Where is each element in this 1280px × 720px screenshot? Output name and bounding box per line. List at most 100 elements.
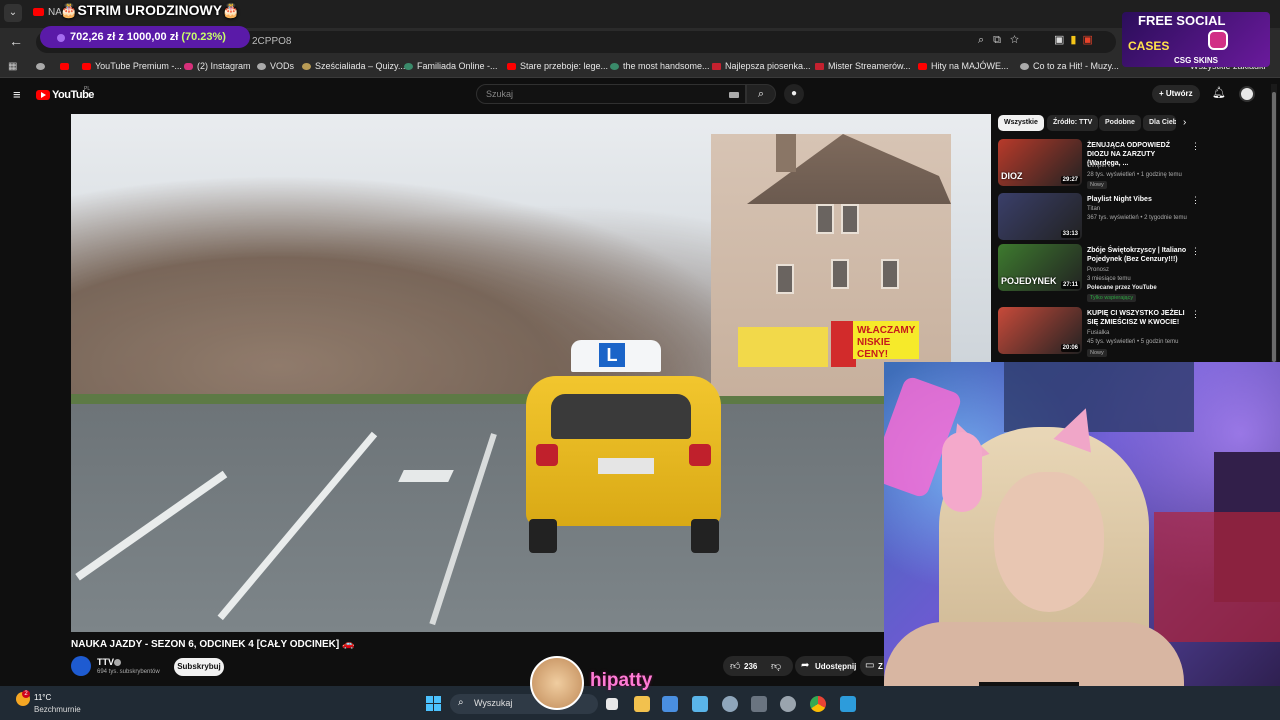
recommendation-channel[interactable]: Fusialka — [1087, 330, 1109, 336]
video-duration: 33:13 — [1060, 230, 1080, 238]
play-icon — [41, 92, 46, 98]
channel-avatar[interactable] — [71, 656, 91, 676]
recommendation-thumbnail[interactable]: POJEDYNEK 27:11 — [998, 244, 1082, 291]
microphone-icon: ● — [790, 88, 798, 99]
chip-source-ttv[interactable]: Źródło: TTV — [1047, 115, 1099, 131]
store-icon[interactable] — [662, 696, 678, 712]
task-view-icon[interactable] — [606, 698, 618, 710]
new-badge: Nowy — [1087, 181, 1107, 189]
bookmark-item[interactable]: Sześcialiada – Quizy... — [302, 61, 405, 71]
subscribe-button[interactable]: Subskrybuj — [174, 658, 224, 676]
recommendation-channel[interactable]: Titan — [1087, 206, 1100, 212]
bookmark-item[interactable]: Najlepsza piosenka... — [712, 61, 811, 71]
app-icon[interactable] — [840, 696, 856, 712]
headset — [942, 432, 982, 512]
building-window — [816, 204, 834, 234]
address-url[interactable]: 2CPPO8 — [252, 36, 291, 47]
video-duration: 20:06 — [1060, 344, 1080, 352]
bookmark-item[interactable]: Hity na MAJÓWE... — [918, 61, 1009, 71]
hamburger-menu-icon[interactable]: ≡ — [13, 87, 21, 102]
windows-start-icon[interactable] — [426, 696, 441, 711]
bookmark-item[interactable]: Stare przeboje: lege... — [507, 61, 608, 71]
recommendation-title[interactable]: Playlist Night Vibes — [1087, 195, 1187, 204]
weather-temperature[interactable]: 11°C — [34, 693, 51, 702]
file-explorer-icon[interactable] — [634, 696, 650, 712]
share-label[interactable]: Udostępnij — [815, 662, 856, 671]
building-window — [881, 259, 899, 289]
account-avatar[interactable] — [1239, 86, 1255, 102]
app-icon[interactable] — [751, 696, 767, 712]
road-arrow — [398, 470, 454, 482]
chevron-right-icon[interactable]: › — [1183, 117, 1186, 128]
extension-icon[interactable]: ▣ — [1082, 34, 1098, 46]
building-chimney — [776, 134, 796, 172]
bookmark-item[interactable]: VODs — [257, 61, 294, 71]
create-button[interactable]: + Utwórz — [1152, 85, 1200, 103]
recommendation-channel[interactable]: Pronosz — [1087, 267, 1109, 273]
more-options-icon[interactable]: ⋮ — [1191, 141, 1200, 152]
app-icon[interactable] — [780, 696, 796, 712]
channel-name[interactable]: TTV — [97, 657, 114, 667]
bookmark-settings-icon[interactable] — [36, 61, 49, 71]
dislike-icon[interactable]: 👎︎ — [771, 660, 781, 672]
save-icon[interactable]: ▭ — [865, 660, 874, 671]
billboard — [738, 327, 828, 367]
bookmark-item[interactable]: Familiada Online -... — [404, 61, 498, 71]
back-arrow-icon[interactable]: ← — [9, 33, 23, 49]
new-badge: Nowy — [1087, 349, 1107, 357]
bookmark-item[interactable]: Mister Streamerów... — [815, 61, 911, 71]
more-options-icon[interactable]: ⋮ — [1191, 246, 1200, 257]
recommendation-meta: 3 miesiące temu — [1087, 276, 1131, 282]
install-icon[interactable]: ⧉ — [993, 34, 1010, 46]
app-icon[interactable] — [692, 696, 708, 712]
extension-icon[interactable]: ▮ — [1070, 34, 1082, 46]
chip-similar[interactable]: Podobne — [1099, 115, 1141, 131]
learner-l-sign: L — [599, 343, 625, 367]
video-title: NAUKA JAZDY - SEZON 6, ODCINEK 4 [CAŁY O… — [71, 639, 355, 650]
taskbar-search-placeholder[interactable]: Wyszukaj — [474, 698, 512, 708]
bookmark-item[interactable]: the most handsome... — [610, 61, 710, 71]
zoom-icon[interactable]: ⌕ — [978, 34, 993, 46]
billboard-text: WŁACZAMY NISKIE CENY! — [853, 321, 919, 360]
extension-icons[interactable]: ▣▮▣ — [1054, 33, 1099, 46]
bookmark-item[interactable]: (2) Instagram — [184, 61, 251, 71]
weather-description[interactable]: Bezchmurnie — [34, 705, 81, 714]
recommendation-thumbnail[interactable]: DIOZ 29:27 — [998, 139, 1082, 186]
save-label[interactable]: Z — [878, 662, 883, 671]
chip-for-you[interactable]: Dla Ciebie — [1143, 115, 1176, 131]
webcam-poster — [1004, 362, 1194, 432]
recommendation-channel[interactable]: Gimper — [1087, 163, 1107, 169]
bookmark-item[interactable]: Co to za Hit! - Muzy... — [1020, 61, 1119, 71]
search-input[interactable]: Szukaj — [476, 84, 746, 104]
more-options-icon[interactable]: ⋮ — [1191, 195, 1200, 206]
bookmark-star-icon[interactable]: ☆ — [1010, 34, 1028, 46]
more-options-icon[interactable]: ⋮ — [1191, 309, 1200, 320]
notifications-bell-icon[interactable]: 🔔︎ — [1212, 86, 1226, 99]
bookmark-youtube-icon[interactable] — [60, 61, 73, 71]
extension-icon[interactable]: ▣ — [1054, 34, 1070, 46]
recommendation-thumbnail[interactable]: 33:13 — [998, 193, 1082, 240]
video-player[interactable]: WŁACZAMY NISKIE CENY! L — [71, 114, 991, 632]
recommendation-thumbnail[interactable]: 20:06 — [998, 307, 1082, 354]
cake-icon: 🎂 — [60, 2, 78, 18]
bookmark-item[interactable]: YouTube Premium -... — [82, 61, 182, 71]
keyboard-icon[interactable] — [729, 92, 739, 98]
apps-grid-icon[interactable]: ▦ — [8, 61, 17, 72]
scrollbar-thumb[interactable] — [1272, 92, 1276, 362]
webcam-chair — [1154, 512, 1280, 642]
cake-icon: 🎂 — [222, 2, 240, 18]
building-window — [831, 259, 849, 289]
chip-all[interactable]: Wszystkie — [998, 115, 1044, 131]
like-icon[interactable]: 👍︎ — [730, 660, 740, 672]
like-count[interactable]: 236 — [744, 662, 757, 671]
tab-search-button[interactable]: ⌄ — [4, 4, 22, 22]
chrome-icon[interactable] — [810, 696, 826, 712]
omnibox-actions[interactable]: ⌕⧉☆ — [978, 34, 1028, 47]
car-tail-light — [536, 444, 558, 466]
search-button[interactable]: ⌕ — [746, 84, 776, 104]
share-icon[interactable]: ➦ — [801, 660, 809, 671]
settings-icon[interactable] — [722, 696, 738, 712]
recommendation-title[interactable]: Zbóje Świętokrzyscy | Italiano Pojedynek… — [1087, 246, 1187, 264]
voice-search-button[interactable]: ● — [784, 84, 804, 104]
recommendation-title[interactable]: KUPIĘ CI WSZYSTKO JEŻELI SIĘ ZMIEŚCISZ W… — [1087, 309, 1187, 327]
